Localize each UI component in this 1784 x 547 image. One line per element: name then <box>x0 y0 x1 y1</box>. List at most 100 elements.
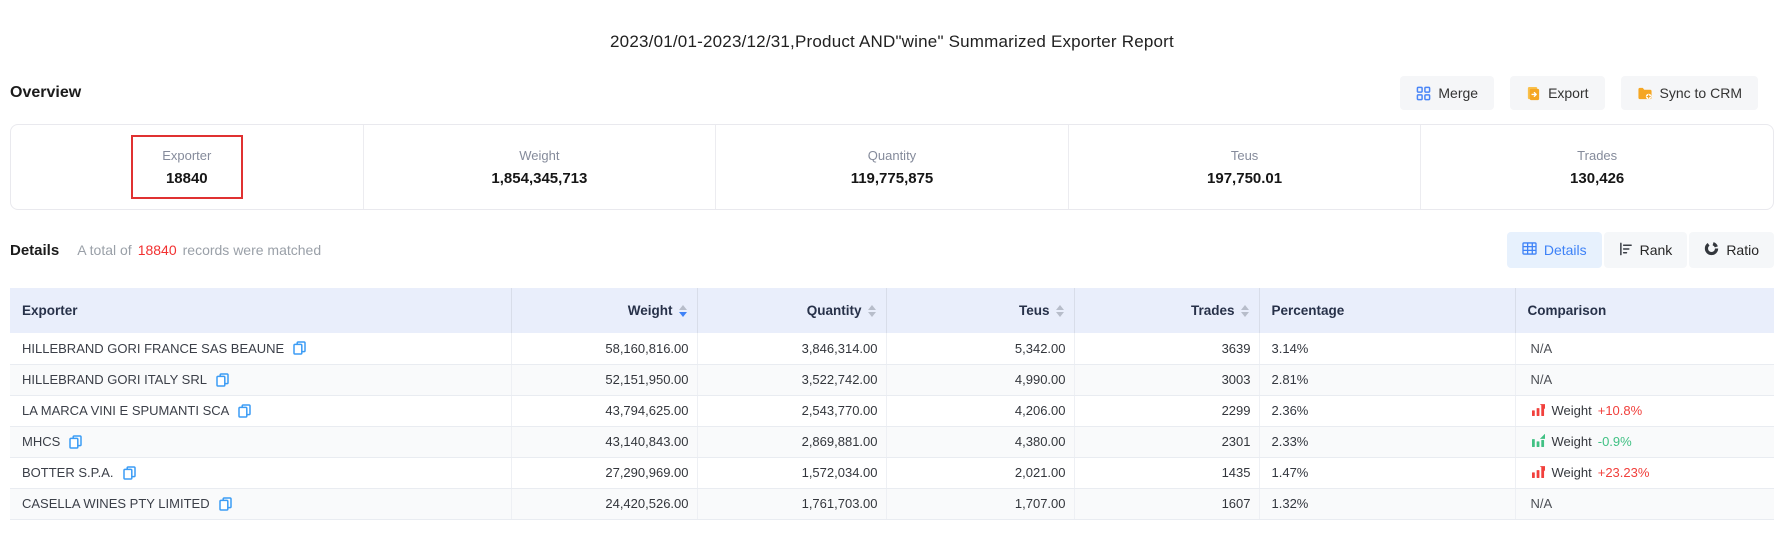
overview-heading: Overview <box>10 84 81 102</box>
column-header-teus[interactable]: Teus <box>886 288 1074 333</box>
stat-trades-value: 130,426 <box>1570 170 1624 187</box>
trades-cell: 2301 <box>1074 426 1259 457</box>
stat-exporter-value: 18840 <box>166 170 208 187</box>
view-switch: Details Rank Ratio <box>1507 232 1774 268</box>
quantity-cell: 1,572,034.00 <box>697 457 886 488</box>
percentage-cell: 2.81% <box>1259 364 1515 395</box>
quantity-cell: 1,761,703.00 <box>697 488 886 519</box>
copy-icon[interactable] <box>238 404 251 418</box>
column-header-quantity-label: Quantity <box>807 303 862 318</box>
stat-trades: Trades 130,426 <box>1420 125 1773 209</box>
column-header-percentage: Percentage <box>1259 288 1515 333</box>
copy-icon[interactable] <box>293 341 306 355</box>
percentage-cell: 1.47% <box>1259 457 1515 488</box>
sync-to-crm-button-label: Sync to CRM <box>1660 85 1742 101</box>
quantity-cell: 3,846,314.00 <box>697 333 886 364</box>
table-row: BOTTER S.P.A. 27,290,969.00 1,572,034.00… <box>10 457 1774 488</box>
merge-button[interactable]: Merge <box>1400 76 1494 110</box>
column-header-teus-label: Teus <box>1019 303 1050 318</box>
teus-cell: 4,380.00 <box>886 426 1074 457</box>
merge-grid-icon <box>1416 86 1431 101</box>
percentage-cell: 3.14% <box>1259 333 1515 364</box>
teus-cell: 2,021.00 <box>886 457 1074 488</box>
tab-details[interactable]: Details <box>1507 232 1602 268</box>
column-header-comparison: Comparison <box>1515 288 1774 333</box>
export-file-icon <box>1526 86 1541 101</box>
toolbar-buttons: Merge Export Sync to CRM <box>1400 76 1758 110</box>
exporter-name: HILLEBRAND GORI FRANCE SAS BEAUNE <box>22 341 284 356</box>
comparison-metric-label: Weight <box>1552 434 1592 449</box>
teus-cell: 4,990.00 <box>886 364 1074 395</box>
exporter-name: CASELLA WINES PTY LIMITED <box>22 496 210 511</box>
trades-cell: 3003 <box>1074 364 1259 395</box>
column-header-exporter: Exporter <box>10 288 511 333</box>
sync-folder-icon <box>1637 86 1653 101</box>
weight-up-chart-icon <box>1531 403 1546 419</box>
stat-quantity-value: 119,775,875 <box>851 170 934 187</box>
exporter-name: LA MARCA VINI E SPUMANTI SCA <box>22 403 229 418</box>
table-grid-icon <box>1522 242 1537 258</box>
weight-cell: 43,794,625.00 <box>511 395 697 426</box>
stat-trades-label: Trades <box>1577 148 1617 163</box>
comparison-na: N/A <box>1531 496 1553 511</box>
exporter-report-page: 2023/01/01-2023/12/31,Product AND"wine" … <box>0 0 1784 520</box>
teus-cell: 1,707.00 <box>886 488 1074 519</box>
quantity-cell: 3,522,742.00 <box>697 364 886 395</box>
exporter-name: BOTTER S.P.A. <box>22 465 114 480</box>
column-header-weight[interactable]: Weight <box>511 288 697 333</box>
export-button-label: Export <box>1548 85 1588 101</box>
trades-cell: 1435 <box>1074 457 1259 488</box>
weight-cell: 43,140,843.00 <box>511 426 697 457</box>
exporter-highlight-box <box>131 135 243 199</box>
stat-teus-label: Teus <box>1231 148 1258 163</box>
tab-rank-label: Rank <box>1640 242 1673 258</box>
overview-stats-panel: Exporter 18840 Weight 1,854,345,713 Quan… <box>10 124 1774 210</box>
comparison-metric-label: Weight <box>1552 403 1592 418</box>
tab-details-label: Details <box>1544 242 1587 258</box>
stat-weight-value: 1,854,345,713 <box>491 170 587 187</box>
sort-carets-weight-icon <box>679 305 687 317</box>
copy-icon[interactable] <box>69 435 82 449</box>
copy-icon[interactable] <box>219 497 232 511</box>
stat-weight: Weight 1,854,345,713 <box>363 125 716 209</box>
weight-cell: 27,290,969.00 <box>511 457 697 488</box>
sort-carets-quantity-icon <box>868 305 876 317</box>
column-header-quantity[interactable]: Quantity <box>697 288 886 333</box>
comparison-delta: -0.9% <box>1598 434 1632 449</box>
sync-to-crm-button[interactable]: Sync to CRM <box>1621 76 1758 110</box>
table-row: MHCS 43,140,843.00 2,869,881.00 4,380.00… <box>10 426 1774 457</box>
percentage-cell: 1.32% <box>1259 488 1515 519</box>
ratio-pie-icon <box>1704 241 1719 259</box>
stat-weight-label: Weight <box>519 148 559 163</box>
copy-icon[interactable] <box>123 466 136 480</box>
stat-quantity: Quantity 119,775,875 <box>715 125 1068 209</box>
records-count: 18840 <box>138 242 177 258</box>
quantity-cell: 2,869,881.00 <box>697 426 886 457</box>
export-button[interactable]: Export <box>1510 76 1604 110</box>
copy-icon[interactable] <box>216 373 229 387</box>
table-row: HILLEBRAND GORI FRANCE SAS BEAUNE 58,160… <box>10 333 1774 364</box>
summary-prefix: A total of <box>77 242 131 258</box>
trades-cell: 3639 <box>1074 333 1259 364</box>
records-matched-summary: A total of 18840 records were matched <box>77 242 321 258</box>
comparison-metric-label: Weight <box>1552 465 1592 480</box>
comparison-delta: +10.8% <box>1598 403 1642 418</box>
summary-suffix: records were matched <box>183 242 322 258</box>
stat-teus: Teus 197,750.01 <box>1068 125 1421 209</box>
comparison-na: N/A <box>1531 341 1553 356</box>
stat-exporter-label: Exporter <box>162 148 211 163</box>
details-header-row: Details A total of 18840 records were matc… <box>10 232 1774 268</box>
exporter-name: MHCS <box>22 434 60 449</box>
exporter-name: HILLEBRAND GORI ITALY SRL <box>22 372 207 387</box>
tab-rank[interactable]: Rank <box>1604 232 1688 268</box>
column-header-trades-label: Trades <box>1191 303 1235 318</box>
table-row: HILLEBRAND GORI ITALY SRL 52,151,950.00 … <box>10 364 1774 395</box>
tab-ratio[interactable]: Ratio <box>1689 232 1774 268</box>
column-header-trades[interactable]: Trades <box>1074 288 1259 333</box>
trades-cell: 1607 <box>1074 488 1259 519</box>
sort-carets-teus-icon <box>1056 305 1064 317</box>
percentage-cell: 2.33% <box>1259 426 1515 457</box>
quantity-cell: 2,543,770.00 <box>697 395 886 426</box>
table-body: HILLEBRAND GORI FRANCE SAS BEAUNE 58,160… <box>10 333 1774 519</box>
teus-cell: 5,342.00 <box>886 333 1074 364</box>
